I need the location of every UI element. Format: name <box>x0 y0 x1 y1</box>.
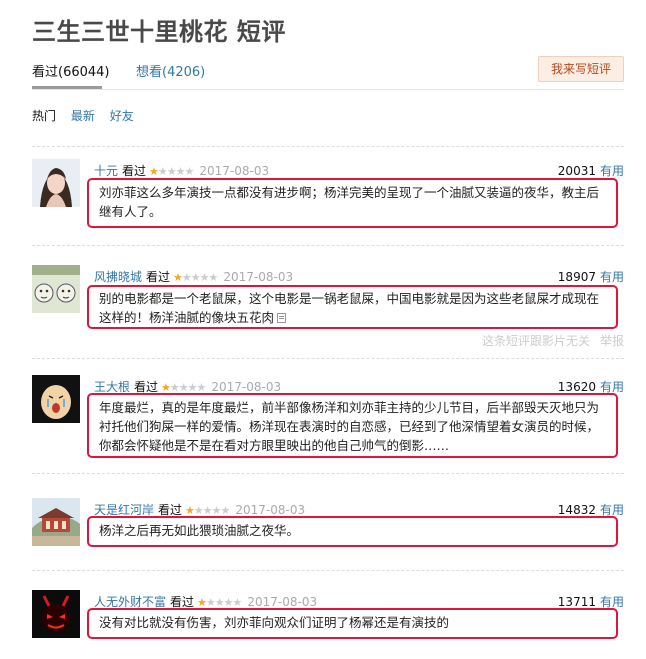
filter-friends[interactable]: 好友 <box>110 109 134 123</box>
votes: 20031 有用 <box>558 162 624 179</box>
votes: 18907 有用 <box>558 268 624 285</box>
useful-button[interactable]: 有用 <box>600 270 624 284</box>
divider <box>32 245 624 247</box>
useful-button[interactable]: 有用 <box>600 164 624 178</box>
unrelated-note[interactable]: 这条短评跟影片无关 <box>482 334 590 348</box>
review-highlight-box: 年度最烂，真的是年度最烂，前半部像杨洋和刘亦菲主持的少儿节目，后半部毁天灭地只为… <box>87 393 618 458</box>
tabs-divider <box>32 89 624 90</box>
review-highlight-box: 刘亦菲这么多年演技一点都没有进步啊；杨洋完美的呈现了一个油腻又装逼的夜华，教主后… <box>87 178 618 228</box>
avatar[interactable] <box>32 498 80 546</box>
filter-hot[interactable]: 热门 <box>32 109 56 123</box>
review-date: 2017-08-03 <box>211 380 282 394</box>
review-text: 年度最烂，真的是年度最烂，前半部像杨洋和刘亦菲主持的少儿节目，后半部毁天灭地只为… <box>99 400 600 453</box>
username-link[interactable]: 十元 <box>94 164 118 178</box>
review-text: 刘亦菲这么多年演技一点都没有进步啊；杨洋完美的呈现了一个油腻又装逼的夜华，教主后… <box>99 185 600 219</box>
divider <box>32 358 624 360</box>
sort-filters: 热门 最新 好友 <box>32 107 145 124</box>
divider <box>32 570 624 572</box>
vote-count: 13711 <box>557 595 596 609</box>
review-highlight-box: 杨洋之后再无如此猥琐油腻之夜华。 <box>87 516 618 547</box>
rating-stars: ★★★★★ <box>173 271 218 284</box>
rating-stars: ★★★★★ <box>149 165 194 178</box>
filter-latest[interactable]: 最新 <box>71 109 95 123</box>
report-link[interactable]: 举报 <box>600 334 624 348</box>
vote-count: 18907 <box>557 270 596 284</box>
watch-status: 看过 <box>170 595 195 609</box>
review-highlight-box: 别的电影都是一个老鼠屎，这个电影是一锅老鼠屎，中国电影就是因为这些老鼠屎才成现在… <box>87 285 618 329</box>
useful-button[interactable]: 有用 <box>600 503 624 517</box>
review-meta: 十元 看过 ★★★★★ 2017-08-03 <box>94 162 269 179</box>
watch-status: 看过 <box>158 503 183 517</box>
review-item: 风拂晓城 看过 ★★★★★ 2017-08-03 18907 有用 别的电影都是一个老鼠… <box>32 265 624 351</box>
vote-count: 13620 <box>557 380 596 394</box>
watch-status: 看过 <box>134 380 159 394</box>
review-date: 2017-08-03 <box>223 270 294 284</box>
username-link[interactable]: 人无外财不富 <box>94 595 166 609</box>
write-review-button[interactable]: 我来写短评 <box>538 56 624 82</box>
avatar[interactable] <box>32 265 80 313</box>
review-text: 别的电影都是一个老鼠屎，这个电影是一锅老鼠屎，中国电影就是因为这些老鼠屎才成现在… <box>99 291 600 325</box>
watch-status: 看过 <box>122 164 147 178</box>
divider <box>32 146 624 148</box>
review-text: 杨洋之后再无如此猥琐油腻之夜华。 <box>99 523 300 538</box>
review-meta: 风拂晓城 看过 ★★★★★ 2017-08-03 <box>94 268 293 285</box>
review-item: 人无外财不富 看过 ★★★★★ 2017-08-03 13711 有用 没有对比就没有伤… <box>32 590 624 642</box>
avatar[interactable] <box>32 590 80 638</box>
watch-status: 看过 <box>146 270 171 284</box>
username-link[interactable]: 风拂晓城 <box>94 270 142 284</box>
review-item: 十元 看过 ★★★★★ 2017-08-03 20031 有用 刘亦菲这么多年演技一点都… <box>32 159 624 235</box>
tab-want-to-watch[interactable]: 想看(4206) <box>136 61 205 80</box>
review-date: 2017-08-03 <box>199 164 270 178</box>
vote-count: 20031 <box>557 164 596 178</box>
tab-watched[interactable]: 看过(66044) <box>32 61 110 80</box>
vote-count: 14832 <box>557 503 596 517</box>
page-title: 三生三世十里桃花 短评 <box>32 18 286 46</box>
avatar[interactable] <box>32 159 80 207</box>
document-icon[interactable] <box>277 313 287 323</box>
divider <box>32 473 624 475</box>
useful-button[interactable]: 有用 <box>600 595 624 609</box>
username-link[interactable]: 天是红河岸 <box>94 503 154 517</box>
review-date: 2017-08-03 <box>235 503 306 517</box>
review-item: 王大根 看过 ★★★★★ 2017-08-03 13620 有用 年度最烂，真的是年度最… <box>32 375 624 465</box>
review-text: 没有对比就没有伤害，刘亦菲向观众们证明了杨幂还是有演技的 <box>99 615 450 630</box>
review-highlight-box: 没有对比就没有伤害，刘亦菲向观众们证明了杨幂还是有演技的 <box>87 608 618 639</box>
tabs: 看过(66044) 想看(4206) 我来写短评 <box>32 56 624 92</box>
review-text-wrap: 别的电影都是一个老鼠屎，这个电影是一锅老鼠屎，中国电影就是因为这些老鼠屎才成现在… <box>89 287 616 330</box>
useful-button[interactable]: 有用 <box>600 380 624 394</box>
username-link[interactable]: 王大根 <box>94 380 130 394</box>
avatar[interactable] <box>32 375 80 423</box>
review-footer: 这条短评跟影片无关 举报 <box>482 332 624 349</box>
review-item: 天是红河岸 看过 ★★★★★ 2017-08-03 14832 有用 杨洋之后再无如此猥… <box>32 498 624 550</box>
review-date: 2017-08-03 <box>247 595 318 609</box>
